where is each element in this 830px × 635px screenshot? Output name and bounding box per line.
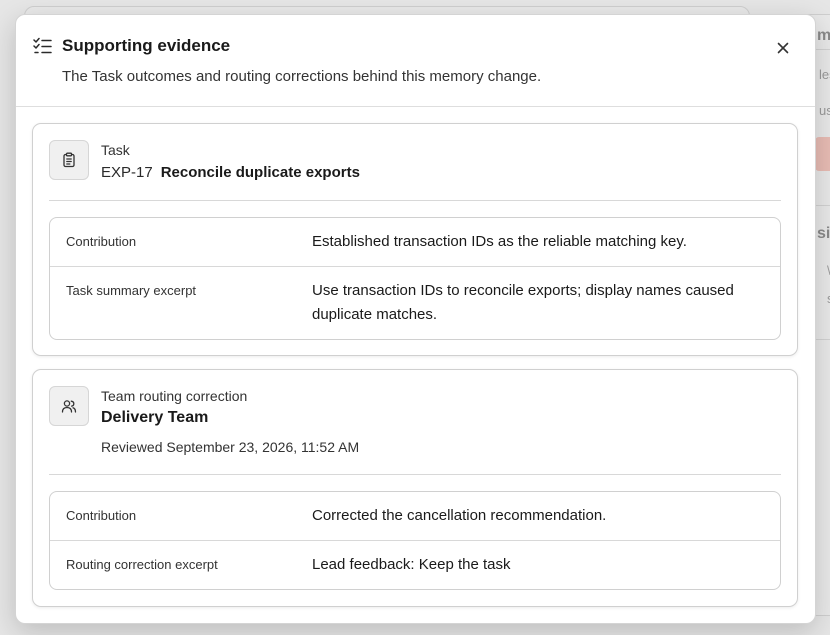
detail-row: Routing correction excerpt Lead feedback… [50, 540, 780, 589]
close-icon [772, 42, 794, 63]
detail-value: Use transaction IDs to reconcile exports… [312, 282, 734, 323]
detail-key: Routing correction excerpt [66, 557, 218, 572]
evidence-type-label: Task [101, 142, 130, 158]
team-name: Delivery Team [101, 409, 209, 426]
background-text: us [819, 103, 830, 118]
card-divider [49, 474, 781, 475]
detail-value: Lead feedback: Keep the task [312, 556, 511, 573]
evidence-details: Contribution Corrected the cancellation … [49, 491, 781, 590]
users-icon [49, 386, 89, 426]
clipboard-icon [49, 140, 89, 180]
card-divider [49, 200, 781, 201]
dialog-subtitle: The Task outcomes and routing correction… [62, 68, 542, 85]
background-text: les [819, 67, 830, 82]
task-name: Reconcile duplicate exports [160, 164, 360, 181]
evidence-card-routing-correction: Team routing correction Delivery Team Re… [32, 369, 798, 607]
detail-value: Corrected the cancellation recommendatio… [312, 507, 607, 524]
background-text: mo [817, 27, 830, 44]
detail-row: Task summary excerpt Use transaction IDs… [50, 266, 780, 339]
evidence-details: Contribution Established transaction IDs… [49, 217, 781, 340]
evidence-type-label: Team routing correction [101, 388, 248, 404]
detail-key: Task summary excerpt [66, 283, 197, 298]
detail-value: Established transaction IDs as the relia… [312, 233, 687, 250]
reviewed-timestamp: Reviewed September 23, 2026, 11:52 AM [101, 439, 360, 455]
evidence-card-task: Task EXP-17 Reconcile duplicate exports C… [32, 123, 798, 356]
detail-row: Contribution Established transaction IDs… [50, 218, 780, 266]
detail-key: Contribution [66, 234, 137, 249]
dialog-header: Supporting evidence The Task outcomes an… [16, 15, 815, 107]
background-highlight [815, 137, 830, 171]
dialog-title: Supporting evidence [62, 36, 231, 55]
supporting-evidence-dialog: Supporting evidence The Task outcomes an… [15, 14, 816, 624]
close-button[interactable] [772, 37, 794, 59]
detail-row: Contribution Corrected the cancellation … [50, 492, 780, 540]
background-text: sic [817, 225, 830, 242]
task-heading[interactable]: EXP-17 Reconcile duplicate exports [101, 164, 360, 181]
task-code: EXP-17 [101, 164, 153, 181]
checklist-icon [33, 37, 53, 55]
detail-key: Contribution [66, 508, 137, 523]
